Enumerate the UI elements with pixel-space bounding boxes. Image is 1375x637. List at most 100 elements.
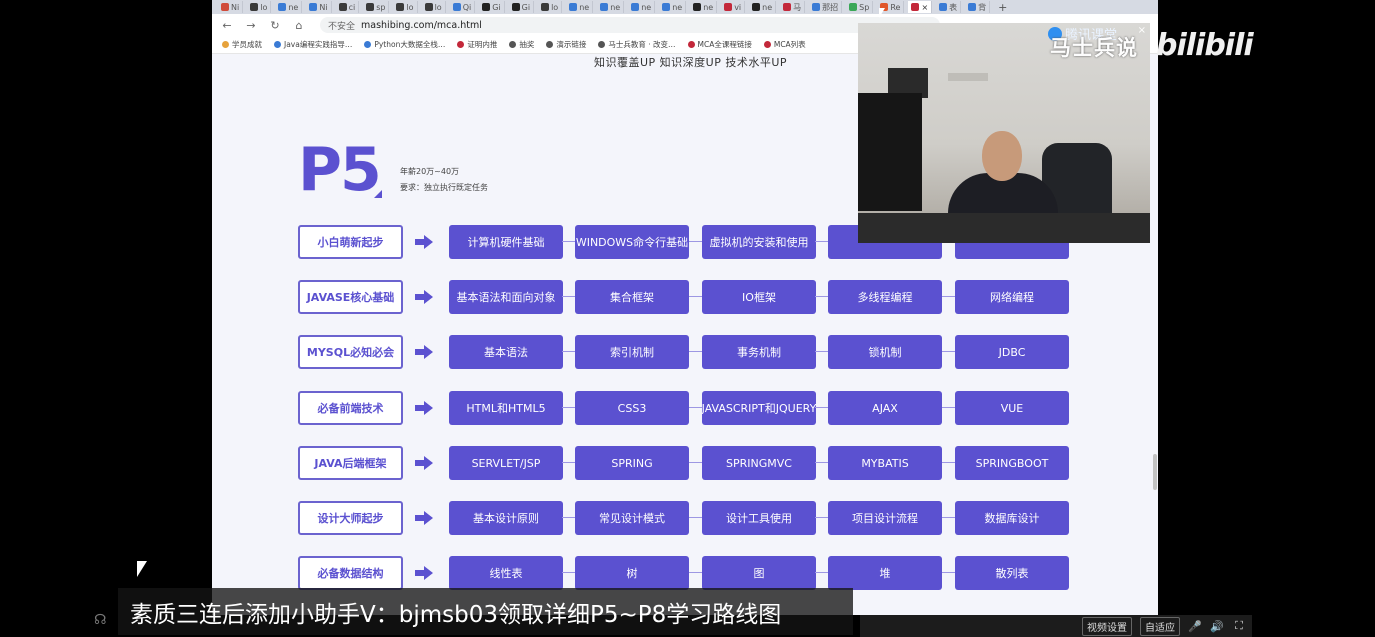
roadmap-item[interactable]: 网络编程 <box>955 280 1069 314</box>
item-connector <box>815 351 828 352</box>
roadmap-item[interactable]: 多线程编程 <box>828 280 942 314</box>
browser-tab[interactable]: Ni <box>306 1 332 13</box>
site-logo: bilibili <box>1156 28 1254 63</box>
roadmap-item[interactable]: 图 <box>702 556 816 590</box>
roadmap-item[interactable]: JDBC <box>955 335 1069 369</box>
roadmap-item[interactable]: 索引机制 <box>575 335 689 369</box>
url-input[interactable]: 不安全 mashibing.com/mca.html <box>320 17 940 33</box>
browser-tab[interactable]: ne <box>597 1 625 13</box>
tab-favicon-icon <box>600 3 609 11</box>
auto-fit-button[interactable]: 自适应 <box>1140 616 1180 636</box>
browser-tab[interactable]: ne <box>749 1 777 13</box>
fullscreen-icon[interactable]: ⛶ <box>1232 619 1246 633</box>
browser-tab[interactable]: Qi <box>449 1 476 13</box>
roadmap-item[interactable]: 散列表 <box>955 556 1069 590</box>
browser-tab[interactable]: 表 <box>936 1 962 13</box>
tab-favicon-icon <box>968 3 977 11</box>
browser-tab[interactable]: lo <box>421 1 446 13</box>
bookmark-item[interactable]: 马士兵教育 · 改变… <box>598 39 676 50</box>
bookmark-label: 演示链接 <box>556 40 587 49</box>
bookmark-item[interactable]: 演示链接 <box>546 39 586 50</box>
browser-tab[interactable]: lo <box>393 1 418 13</box>
browser-tab[interactable]: Sp <box>846 1 874 13</box>
bookmark-item[interactable]: 抽奖 <box>509 39 534 50</box>
home-icon[interactable]: ⌂ <box>292 19 306 32</box>
roadmap-item[interactable]: SPRING <box>575 446 689 480</box>
roadmap-category[interactable]: 必备数据结构 <box>298 556 403 590</box>
roadmap-row: 必备数据结构 线性表树图堆散列表 <box>298 556 1070 592</box>
roadmap-item[interactable]: SPRINGBOOT <box>955 446 1069 480</box>
roadmap-item[interactable]: IO框架 <box>702 280 816 314</box>
roadmap-item[interactable]: MYBATIS <box>828 446 942 480</box>
roadmap-category[interactable]: MYSQL必知必会 <box>298 335 403 369</box>
back-icon[interactable]: ← <box>220 19 234 32</box>
roadmap-item[interactable]: SPRINGMVC <box>702 446 816 480</box>
tab-label: ne <box>762 2 773 12</box>
browser-tab[interactable]: ci <box>335 1 360 13</box>
browser-tab[interactable]: Gi <box>479 1 505 13</box>
roadmap-item[interactable]: 虚拟机的安装和使用 <box>702 225 816 259</box>
roadmap-item[interactable]: 锁机制 <box>828 335 942 369</box>
browser-tab[interactable]: sp <box>363 1 390 13</box>
tab-favicon-icon <box>569 3 578 11</box>
browser-tab[interactable]: 背 <box>965 1 991 13</box>
page-scrollbar[interactable] <box>1153 454 1157 490</box>
browser-tab[interactable]: lo <box>247 1 272 13</box>
browser-tab[interactable]: ne <box>690 1 718 13</box>
browser-tab[interactable]: 马 <box>780 1 806 13</box>
roadmap-item[interactable]: AJAX <box>828 391 942 425</box>
browser-tab[interactable]: ne <box>628 1 656 13</box>
roadmap-item[interactable]: 设计工具使用 <box>702 501 816 535</box>
roadmap-item[interactable]: 事务机制 <box>702 335 816 369</box>
roadmap-item[interactable]: 基本语法 <box>449 335 563 369</box>
bookmark-item[interactable]: 证明内推 <box>457 39 497 50</box>
tab-favicon-icon <box>812 3 821 11</box>
roadmap-item[interactable]: 基本设计原则 <box>449 501 563 535</box>
forward-icon[interactable]: → <box>244 19 258 32</box>
browser-tab[interactable]: ne <box>275 1 303 13</box>
roadmap-item[interactable]: 项目设计流程 <box>828 501 942 535</box>
browser-tab[interactable]: lo <box>538 1 563 13</box>
tab-favicon-icon <box>424 3 433 11</box>
roadmap-item[interactable]: 堆 <box>828 556 942 590</box>
arrow-right-icon <box>415 566 433 580</box>
arrow-right-icon <box>415 345 433 359</box>
roadmap-item[interactable]: 线性表 <box>449 556 563 590</box>
roadmap-item[interactable]: CSS3 <box>575 391 689 425</box>
roadmap-item[interactable]: SERVLET/JSP <box>449 446 563 480</box>
roadmap-item[interactable]: VUE <box>955 391 1069 425</box>
mouse-cursor <box>137 561 147 577</box>
microphone-icon[interactable]: 🎤 <box>1188 620 1202 633</box>
browser-tab[interactable]: Ni <box>218 1 244 13</box>
browser-tab[interactable]: ne <box>659 1 687 13</box>
close-icon[interactable]: × <box>1138 25 1146 36</box>
roadmap-item[interactable]: 计算机硬件基础 <box>449 225 563 259</box>
roadmap-category[interactable]: JAVA后端框架 <box>298 446 403 480</box>
roadmap-item[interactable]: HTML和HTML5 <box>449 391 563 425</box>
browser-tab[interactable]: ne <box>566 1 594 13</box>
bookmark-item[interactable]: MCA列表 <box>763 39 806 50</box>
bookmark-item[interactable]: Python大数据全栈… <box>364 39 445 50</box>
browser-tab[interactable]: 那招 <box>809 1 843 13</box>
bookmark-item[interactable]: MCA全课程链接 <box>687 39 752 50</box>
roadmap-category[interactable]: JAVASE核心基础 <box>298 280 403 314</box>
roadmap-item[interactable]: 数据库设计 <box>955 501 1069 535</box>
browser-tab[interactable]: Gi <box>508 1 535 13</box>
new-tab-button[interactable]: + <box>994 1 1011 14</box>
bookmark-item[interactable]: Java编程实践指导… <box>274 39 352 50</box>
roadmap-item[interactable]: 集合框架 <box>575 280 689 314</box>
roadmap-item[interactable]: JAVASCRIPT和JQUERY <box>702 391 816 425</box>
roadmap-category[interactable]: 小白萌新起步 <box>298 225 403 259</box>
browser-tab[interactable]: vi <box>721 1 746 13</box>
reload-icon[interactable]: ↻ <box>268 19 282 32</box>
roadmap-category[interactable]: 设计大师起步 <box>298 501 403 535</box>
roadmap-item[interactable]: WINDOWS命令行基础 <box>575 225 689 259</box>
roadmap-item[interactable]: 树 <box>575 556 689 590</box>
roadmap-item[interactable]: 基本语法和面向对象 <box>449 280 563 314</box>
volume-icon[interactable]: 🔊 <box>1210 620 1224 633</box>
roadmap-item[interactable]: 常见设计模式 <box>575 501 689 535</box>
roadmap-category[interactable]: 必备前端技术 <box>298 391 403 425</box>
browser-tab[interactable]: × <box>908 1 933 13</box>
bookmark-item[interactable]: 学员成就 <box>222 39 262 50</box>
video-settings-button[interactable]: 视频设置 <box>1082 616 1132 636</box>
